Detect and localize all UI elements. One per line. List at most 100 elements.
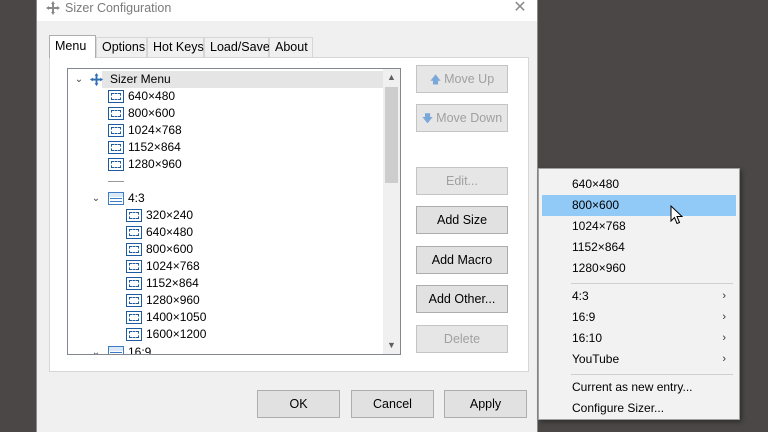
size-icon: [108, 158, 124, 171]
tab-options[interactable]: Options: [96, 37, 147, 57]
tree-group-label: 4:3: [128, 191, 145, 205]
menu-item-size[interactable]: 640×480: [542, 174, 736, 195]
scroll-up-arrow-icon[interactable]: ▲: [383, 69, 400, 86]
title-bar[interactable]: Sizer Configuration ✕: [37, 0, 537, 21]
tree-item[interactable]: 1400×1050: [68, 309, 368, 326]
tree-item-label: 1024×768: [146, 259, 200, 273]
menu-item-size-highlighted[interactable]: 800×600: [542, 195, 736, 216]
size-icon: [126, 311, 142, 324]
window-title: Sizer Configuration: [65, 1, 172, 15]
collapse-chevron-icon[interactable]: ⌄: [91, 344, 101, 354]
size-icon: [126, 243, 142, 256]
menu-tab-panel: ⌄ Sizer Menu 640×480 800×600 1024×768 11…: [49, 57, 529, 372]
add-macro-button[interactable]: Add Macro: [416, 246, 508, 274]
tab-load-save[interactable]: Load/Save: [204, 37, 270, 57]
sizer-menu-tree[interactable]: ⌄ Sizer Menu 640×480 800×600 1024×768 11…: [67, 68, 401, 355]
add-size-button[interactable]: Add Size: [416, 206, 508, 234]
sizer-app-icon: [46, 1, 60, 15]
tree-root-sizer-menu[interactable]: ⌄ Sizer Menu: [68, 71, 384, 88]
close-icon[interactable]: ✕: [511, 0, 529, 17]
edit-button[interactable]: Edit...: [416, 167, 508, 195]
separator-line: [108, 181, 124, 182]
arrow-down-icon: 🡇: [421, 113, 434, 125]
size-icon: [108, 141, 124, 154]
chevron-right-icon: ›: [722, 332, 726, 344]
tree-item-label: 1400×1050: [146, 310, 207, 324]
tree-item[interactable]: 640×480: [68, 88, 368, 105]
tree-group-16-9[interactable]: ⌄ 16:9: [68, 344, 368, 355]
tab-menu[interactable]: Menu: [49, 35, 96, 58]
size-icon: [126, 277, 142, 290]
tree-item[interactable]: 1152×864: [68, 275, 368, 292]
ok-button[interactable]: OK: [257, 390, 340, 418]
tab-hot-keys[interactable]: Hot Keys: [147, 37, 204, 57]
sizer-configuration-window: Sizer Configuration ✕ Menu Options Hot K…: [36, 0, 538, 432]
move-down-button[interactable]: 🡇 Move Down: [416, 104, 508, 132]
move-up-label: Move Up: [444, 72, 495, 86]
menu-item-label: YouTube: [572, 352, 620, 366]
tree-item-label: 1600×1200: [146, 327, 207, 341]
size-icon: [108, 124, 124, 137]
tree-item-label: 1280×960: [146, 293, 200, 307]
menu-item-configure-sizer[interactable]: Configure Sizer...: [542, 398, 736, 419]
menu-item-current-as-new-entry[interactable]: Current as new entry...: [542, 377, 736, 398]
tree-item-label: 1152×864: [128, 140, 181, 154]
add-other-button[interactable]: Add Other...: [416, 285, 508, 313]
cancel-button[interactable]: Cancel: [351, 390, 434, 418]
tree-group-4-3[interactable]: ⌄ 4:3: [68, 190, 368, 207]
menu-item-submenu-16-9[interactable]: 16:9 ›: [542, 307, 736, 328]
tree-item-label: 800×600: [146, 242, 194, 256]
tab-about[interactable]: About: [269, 37, 313, 57]
menu-item-submenu-16-10[interactable]: 16:10 ›: [542, 328, 736, 349]
tree-separator[interactable]: [68, 173, 368, 190]
size-icon: [126, 294, 142, 307]
collapse-chevron-icon[interactable]: ⌄: [74, 71, 84, 88]
submenu-icon: [108, 192, 124, 205]
tree-item[interactable]: 1600×1200: [68, 326, 368, 343]
size-icon: [126, 328, 142, 341]
size-icon: [108, 90, 124, 103]
move-down-label: Move Down: [436, 111, 503, 125]
apply-button[interactable]: Apply: [444, 390, 527, 418]
move-up-button[interactable]: 🡅 Move Up: [416, 65, 508, 93]
tree-item[interactable]: 1024×768: [68, 122, 368, 139]
menu-item-label: 16:9: [572, 310, 596, 324]
menu-separator: [571, 283, 733, 284]
chevron-right-icon: ›: [722, 311, 726, 323]
tree-group-label: 16:9: [128, 345, 152, 355]
delete-button[interactable]: Delete: [416, 325, 508, 353]
size-icon: [126, 226, 142, 239]
menu-item-size[interactable]: 1152×864: [542, 237, 736, 258]
sizer-menu-icon: [89, 72, 104, 87]
size-icon: [126, 209, 142, 222]
tree-item[interactable]: 1280×960: [68, 156, 368, 173]
mouse-pointer-icon: [670, 205, 684, 225]
menu-item-label: 4:3: [572, 289, 589, 303]
chevron-right-icon: ›: [722, 353, 726, 365]
tree-item[interactable]: 800×600: [68, 105, 368, 122]
tree-item-label: 800×600: [128, 106, 176, 120]
tree-vertical-scrollbar[interactable]: ▲ ▼: [383, 69, 400, 354]
tree-item[interactable]: 800×600: [68, 241, 368, 258]
submenu-icon: [108, 346, 124, 354]
tree-item[interactable]: 320×240: [68, 207, 368, 224]
scrollbar-thumb[interactable]: [385, 87, 398, 183]
tree-item[interactable]: 1280×960: [68, 292, 368, 309]
tree-item-label: 1280×960: [128, 157, 182, 171]
tree-item-label: 320×240: [146, 208, 194, 222]
tree-item[interactable]: 640×480: [68, 224, 368, 241]
tree-item[interactable]: 1024×768: [68, 258, 368, 275]
menu-item-submenu-4-3[interactable]: 4:3 ›: [542, 286, 736, 307]
tree-item-label: 1152×864: [146, 276, 199, 290]
menu-item-submenu-youtube[interactable]: YouTube ›: [542, 349, 736, 370]
tree-item-label: 640×480: [128, 89, 176, 103]
sizer-context-menu: 640×480 800×600 1024×768 1152×864 1280×9…: [538, 168, 740, 420]
tree-item[interactable]: 1152×864: [68, 139, 368, 156]
arrow-up-icon: 🡅: [429, 74, 442, 86]
menu-separator: [571, 374, 733, 375]
menu-item-label: 16:10: [572, 331, 603, 345]
menu-item-size[interactable]: 1024×768: [542, 216, 736, 237]
menu-item-size[interactable]: 1280×960: [542, 258, 736, 279]
scroll-down-arrow-icon[interactable]: ▼: [383, 337, 400, 354]
collapse-chevron-icon[interactable]: ⌄: [91, 190, 101, 207]
